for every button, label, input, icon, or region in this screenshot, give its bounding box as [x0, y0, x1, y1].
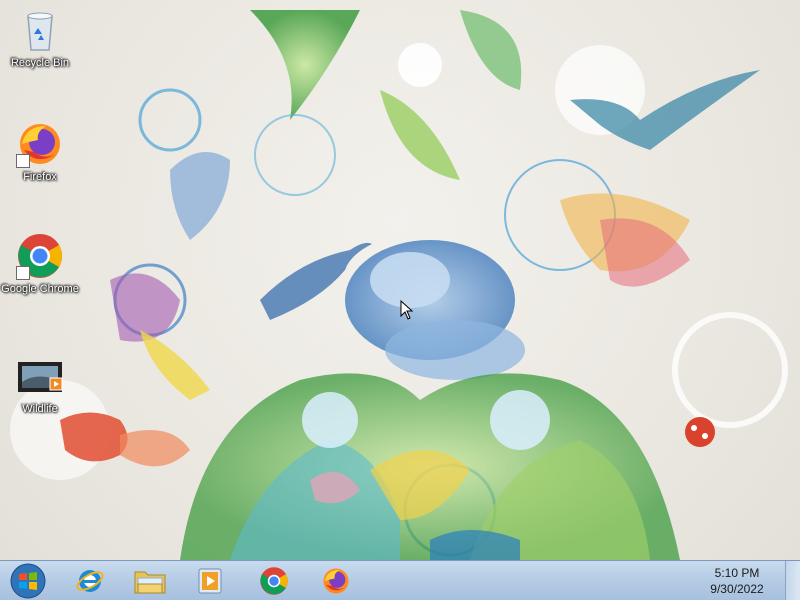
desktop-icon-label: Wildlife	[22, 403, 58, 415]
desktop[interactable]: Recycle Bin Firefox Google Chrome Wildli…	[0, 0, 800, 560]
start-button[interactable]	[2, 563, 54, 599]
video-file-icon	[16, 352, 64, 400]
desktop-icon-label: Google Chrome	[1, 283, 79, 295]
mouse-cursor-icon	[400, 300, 414, 320]
show-desktop-button[interactable]	[785, 561, 800, 600]
windows-start-icon	[10, 563, 46, 599]
media-player-icon	[198, 568, 222, 594]
taskbar-file-explorer[interactable]	[124, 563, 176, 599]
firefox-icon	[323, 568, 349, 594]
recycle-bin-icon	[16, 6, 64, 54]
file-explorer-icon	[134, 571, 166, 594]
desktop-icon-label: Firefox	[23, 171, 57, 183]
chrome-icon	[16, 232, 64, 280]
shortcut-arrow-icon	[16, 266, 30, 280]
taskbar-firefox[interactable]	[310, 563, 362, 599]
desktop-icon-recycle-bin[interactable]: Recycle Bin	[0, 6, 80, 70]
taskbar: 5:10 PM 9/30/2022	[0, 560, 800, 600]
clock-time: 5:10 PM	[714, 566, 760, 580]
system-clock[interactable]: 5:10 PM 9/30/2022	[702, 565, 772, 597]
clock-date: 9/30/2022	[710, 582, 764, 596]
desktop-icon-wildlife[interactable]: Wildlife	[0, 352, 80, 416]
taskbar-media-player[interactable]	[184, 563, 236, 599]
taskbar-chrome[interactable]	[248, 563, 300, 599]
taskbar-internet-explorer[interactable]	[64, 563, 116, 599]
desktop-icon-firefox[interactable]: Firefox	[0, 120, 80, 184]
firefox-icon	[16, 120, 64, 168]
wallpaper	[10, 10, 788, 560]
chrome-icon	[260, 567, 288, 595]
desktop-icon-label: Recycle Bin	[10, 57, 70, 69]
shortcut-arrow-icon	[16, 154, 30, 168]
internet-explorer-icon	[76, 570, 104, 592]
desktop-icon-google-chrome[interactable]: Google Chrome	[0, 232, 80, 296]
